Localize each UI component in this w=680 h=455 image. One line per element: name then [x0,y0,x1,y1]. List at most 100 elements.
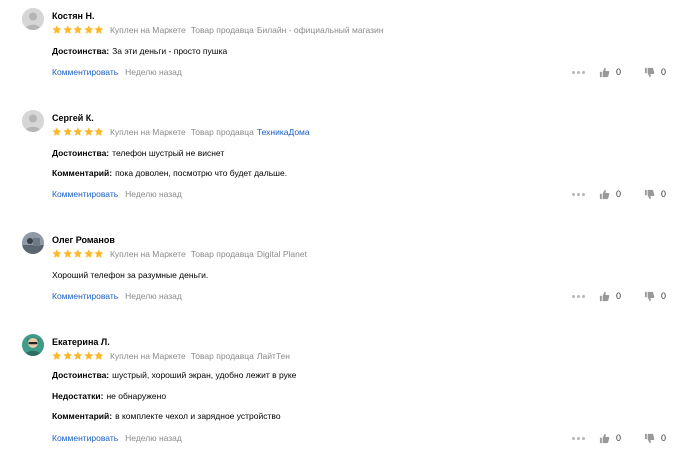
review-author[interactable]: Костян Н. [52,10,94,22]
comment-link[interactable]: Комментировать [52,291,118,301]
rating-stars [52,249,104,259]
star-icon [73,25,83,34]
review-date: Неделю назад [125,433,182,443]
review-pros: Достоинства: За эти деньги - просто пушка [52,45,227,57]
bought-on-market-label: Куплен на Маркете [109,127,186,137]
review-date: Неделю назад [125,291,182,301]
star-icon [84,25,93,34]
review-author[interactable]: Екатерина Л. [52,336,110,348]
seller-prefix: Товар продавца [190,25,254,35]
user-photo-icon [22,334,44,356]
avatar[interactable] [22,8,44,30]
like-button[interactable]: 0 [599,432,626,444]
comment-link[interactable]: Комментировать [52,433,118,443]
review-date: Неделю назад [125,189,182,199]
user-photo-icon [22,232,44,254]
field-value: телефон шустрый не виснет [112,148,225,158]
like-button[interactable]: 0 [599,290,626,302]
star-icon [84,351,93,360]
review-pros: Достоинства: шустрый, хороший экран, удоб… [52,369,296,381]
review-actions: 0 0 [572,66,671,78]
bought-on-market-label: Куплен на Маркете [109,249,186,259]
review-text: Хороший телефон за разумные деньги. [52,269,208,281]
star-icon [52,127,62,136]
seller-prefix: Товар продавца [190,249,254,259]
thumb-down-icon [644,189,655,199]
dislike-count: 0 [661,67,667,77]
review-footer: Комментировать Неделю назад 0 0 [52,432,680,444]
seller-link[interactable]: ТехникаДома [257,126,310,138]
dislike-button[interactable]: 0 [644,432,671,444]
review-cons: Недостатки: не обнаружено [52,390,166,402]
review-footer: Комментировать Неделю назад 0 0 [52,188,680,200]
seller-name: ЛайтТен [256,351,290,361]
seller-prefix: Товар продавца [190,351,254,361]
review-footer: Комментировать Неделю назад 0 0 [52,66,680,78]
like-count: 0 [616,189,622,199]
star-icon [62,249,72,258]
star-icon [94,351,104,360]
thumb-up-icon [599,189,610,199]
thumb-up-icon [599,67,610,77]
field-label: Достоинства: [52,46,110,56]
star-icon [84,127,93,136]
review-actions: 0 0 [572,188,671,200]
field-label: Достоинства: [52,370,110,380]
like-count: 0 [616,291,622,301]
star-icon [84,249,93,258]
bought-on-market-label: Куплен на Маркете [109,351,186,361]
like-count: 0 [616,433,622,443]
star-icon [94,249,104,258]
rating-stars [52,351,104,361]
review-footer: Комментировать Неделю назад 0 0 [52,290,680,302]
star-icon [73,351,83,360]
review-date: Неделю назад [125,67,182,77]
star-icon [73,127,83,136]
star-icon [52,25,62,34]
field-value: пока доволен, посмотрю что будет дальше. [115,168,288,178]
seller-prefix: Товар продавца [190,127,254,137]
comment-link[interactable]: Комментировать [52,189,118,199]
star-icon [52,351,62,360]
field-value: За эти деньги - просто пушка [112,46,228,56]
star-icon [73,249,83,258]
like-button[interactable]: 0 [599,66,626,78]
dislike-button[interactable]: 0 [644,290,671,302]
more-dots-icon[interactable] [572,70,585,74]
like-button[interactable]: 0 [599,188,626,200]
dislike-button[interactable]: 0 [644,188,671,200]
review-meta: Куплен на Маркете Товар продавца Техника… [52,126,310,138]
user-silhouette-icon [22,110,44,132]
field-label: Комментарий: [52,168,113,178]
field-value: в комплекте чехол и зарядное устройство [115,411,281,421]
thumb-up-icon [599,433,610,443]
avatar[interactable] [22,110,44,132]
review-comment: Комментарий: пока доволен, посмотрю что б… [52,167,287,179]
more-dots-icon[interactable] [572,192,585,196]
dislike-count: 0 [661,189,667,199]
review-actions: 0 0 [572,432,671,444]
star-icon [62,25,72,34]
review-text-value: Хороший телефон за разумные деньги. [52,270,209,280]
comment-link[interactable]: Комментировать [52,67,118,77]
avatar[interactable] [22,334,44,356]
star-icon [62,351,72,360]
more-dots-icon[interactable] [572,294,585,298]
user-silhouette-icon [22,8,44,30]
seller-name: Digital Planet [256,249,307,259]
thumb-down-icon [644,67,655,77]
review-author[interactable]: Сергей К. [52,112,94,124]
avatar[interactable] [22,232,44,254]
dislike-count: 0 [661,433,667,443]
more-dots-icon[interactable] [572,436,585,440]
rating-stars [52,127,104,137]
review-comment: Комментарий: в комплекте чехол и зарядное… [52,410,281,422]
dislike-button[interactable]: 0 [644,66,671,78]
like-count: 0 [616,67,622,77]
review-author[interactable]: Олег Романов [52,234,115,246]
thumb-down-icon [644,291,655,301]
star-icon [94,25,104,34]
field-value: не обнаружено [106,391,167,401]
field-label: Недостатки: [52,391,104,401]
star-icon [94,127,104,136]
